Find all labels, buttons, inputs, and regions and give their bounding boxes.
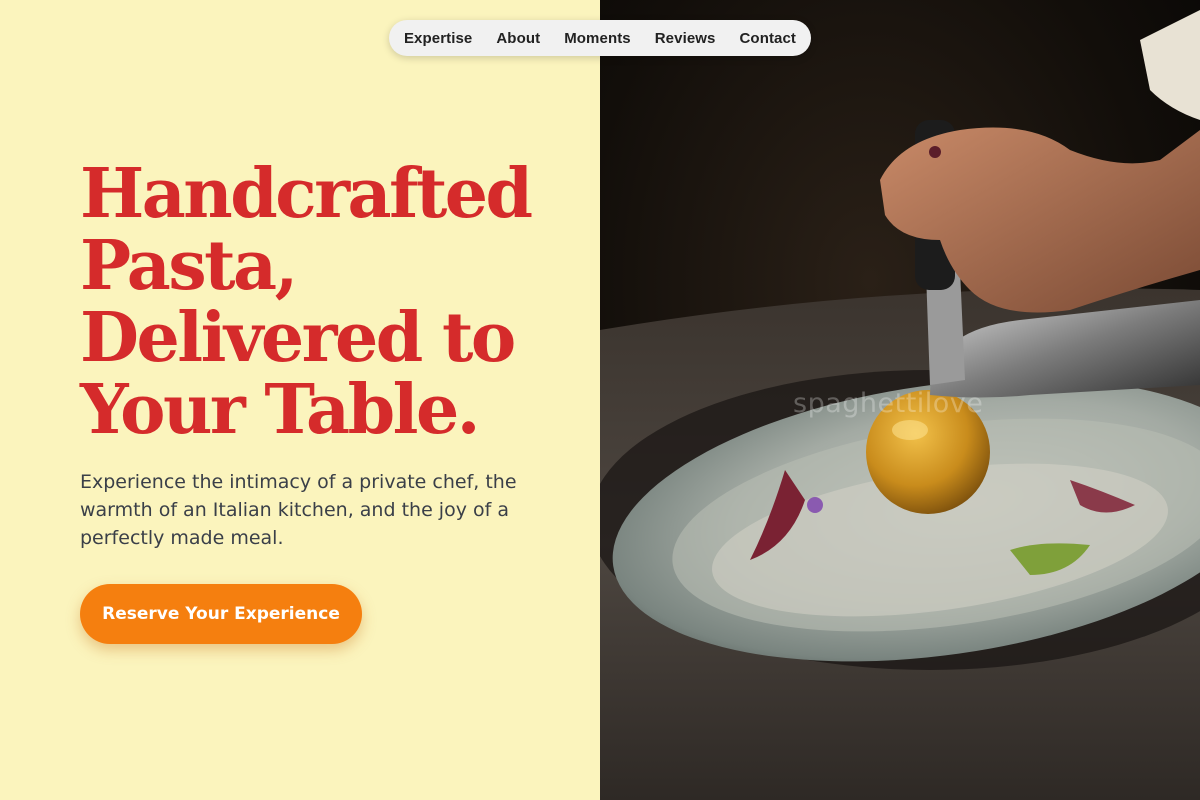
headline-line: Your Table. — [80, 370, 480, 450]
watermark-text: spaghettilove — [793, 388, 984, 419]
hero-left-panel: Handcrafted Pasta, Delivered to Your Tab… — [0, 0, 600, 800]
hero-subtext: Experience the intimacy of a private che… — [80, 471, 517, 549]
nav-link-reviews[interactable]: Reviews — [655, 30, 716, 47]
nav-link-about[interactable]: About — [496, 30, 540, 47]
headline-line: Delivered to — [80, 298, 516, 378]
nav-link-contact[interactable]: Contact — [740, 30, 797, 47]
hero-headline: Handcrafted Pasta, Delivered to Your Tab… — [80, 158, 550, 446]
top-navigation: Expertise About Moments Reviews Contact — [389, 20, 811, 56]
headline-line: Pasta, — [80, 226, 298, 306]
reserve-experience-button[interactable]: Reserve Your Experience — [80, 584, 362, 644]
nav-link-expertise[interactable]: Expertise — [404, 30, 472, 47]
nav-link-moments[interactable]: Moments — [564, 30, 631, 47]
hero-image: spaghettilove — [600, 0, 1200, 800]
headline-line: Handcrafted — [80, 154, 533, 234]
